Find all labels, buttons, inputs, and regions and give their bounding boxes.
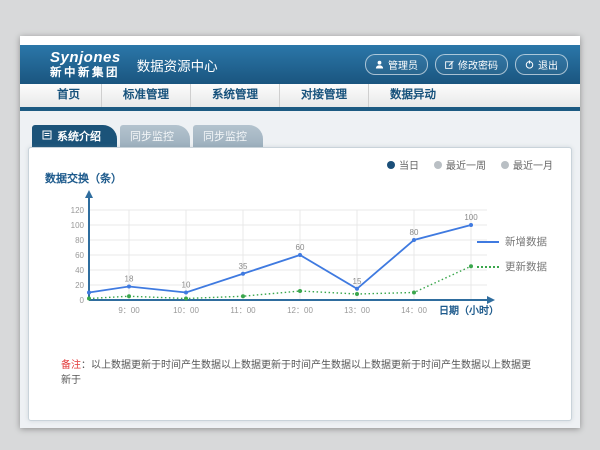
radio-label: 当日 bbox=[399, 157, 419, 172]
legend-item-update-data: 更新数据 bbox=[477, 259, 557, 274]
edit-icon bbox=[445, 60, 454, 69]
brand-company: 新中新集团 bbox=[50, 68, 121, 80]
y-axis-title: 数据交换（条） bbox=[45, 170, 122, 186]
nav-item-data-changes[interactable]: 数据异动 bbox=[369, 84, 457, 107]
svg-text:120: 120 bbox=[71, 206, 85, 215]
svg-text:20: 20 bbox=[75, 281, 84, 290]
svg-text:10：00: 10：00 bbox=[173, 306, 199, 315]
footnote-text: ：以上数据更新于时间产生数据以上数据更新于时间产生数据以上数据更新于时间产生数据… bbox=[61, 360, 531, 386]
period-filter: 当日 最近一周 最近一月 bbox=[387, 157, 553, 172]
main-nav: 首页 标准管理 系统管理 对接管理 数据异动 bbox=[20, 84, 580, 111]
svg-text:日期（小时）: 日期（小时） bbox=[439, 304, 499, 317]
legend-item-new-data: 新增数据 bbox=[477, 234, 557, 249]
svg-text:60: 60 bbox=[75, 251, 84, 260]
radio-label: 最近一月 bbox=[513, 157, 553, 172]
app-header: Synjones 新中新集团 数据资源中心 管理员 修改密码 bbox=[20, 45, 580, 84]
radio-last-week[interactable]: 最近一周 bbox=[434, 157, 486, 172]
tab-label: 同步监控 bbox=[130, 128, 174, 144]
dotted-line-swatch bbox=[477, 266, 499, 268]
legend-label: 更新数据 bbox=[505, 259, 547, 274]
svg-text:60: 60 bbox=[296, 243, 305, 252]
radio-label: 最近一周 bbox=[446, 157, 486, 172]
svg-text:80: 80 bbox=[75, 236, 84, 245]
svg-text:9：00: 9：00 bbox=[118, 306, 140, 315]
document-icon bbox=[42, 130, 52, 143]
radio-today[interactable]: 当日 bbox=[387, 157, 419, 172]
svg-text:100: 100 bbox=[71, 221, 85, 230]
app-window: Synjones 新中新集团 数据资源中心 管理员 修改密码 bbox=[20, 36, 580, 428]
tab-label: 同步监控 bbox=[203, 128, 247, 144]
change-password-label: 修改密码 bbox=[458, 57, 498, 72]
chart-panel: 当日 最近一周 最近一月 数据交换（条） 0 20 40 60 80 100 120 9：00… bbox=[28, 147, 572, 421]
tab-bar: 系统介绍 同步监控 同步监控 bbox=[20, 111, 580, 147]
logout-button[interactable]: 退出 bbox=[515, 54, 568, 75]
tab-label: 系统介绍 bbox=[57, 128, 101, 144]
footnote-prefix: 备注 bbox=[61, 360, 81, 371]
svg-text:11：00: 11：00 bbox=[230, 306, 256, 315]
power-icon bbox=[525, 60, 534, 69]
header-actions: 管理员 修改密码 退出 bbox=[365, 54, 568, 75]
tab-sync-monitor-2[interactable]: 同步监控 bbox=[193, 125, 263, 147]
tab-sync-monitor-1[interactable]: 同步监控 bbox=[120, 125, 190, 147]
nav-item-integration[interactable]: 对接管理 bbox=[280, 84, 369, 107]
logout-label: 退出 bbox=[538, 57, 558, 72]
user-icon bbox=[375, 60, 384, 69]
radio-dot bbox=[434, 161, 442, 169]
nav-item-system[interactable]: 系统管理 bbox=[191, 84, 280, 107]
chart-legend: 新增数据 更新数据 bbox=[477, 234, 557, 284]
legend-label: 新增数据 bbox=[505, 234, 547, 249]
footnote: 备注：以上数据更新于时间产生数据以上数据更新于时间产生数据以上数据更新于时间产生… bbox=[61, 358, 539, 388]
svg-text:13：00: 13：00 bbox=[344, 306, 370, 315]
svg-text:40: 40 bbox=[75, 266, 84, 275]
radio-last-month[interactable]: 最近一月 bbox=[501, 157, 553, 172]
radio-selected-dot bbox=[387, 161, 395, 169]
svg-text:0: 0 bbox=[80, 296, 85, 305]
change-password-button[interactable]: 修改密码 bbox=[435, 54, 508, 75]
svg-text:10: 10 bbox=[182, 281, 191, 290]
nav-item-standards[interactable]: 标准管理 bbox=[102, 84, 191, 107]
user-label: 管理员 bbox=[388, 57, 418, 72]
brand-name: Synjones bbox=[50, 50, 121, 65]
radio-dot bbox=[501, 161, 509, 169]
svg-text:100: 100 bbox=[464, 213, 478, 222]
svg-text:18: 18 bbox=[125, 275, 134, 284]
content-area: 系统介绍 同步监控 同步监控 当日 最近一周 bbox=[20, 111, 580, 428]
tab-system-intro[interactable]: 系统介绍 bbox=[32, 125, 117, 147]
desktop-background: Synjones 新中新集团 数据资源中心 管理员 修改密码 bbox=[0, 0, 600, 450]
solid-line-swatch bbox=[477, 241, 499, 243]
svg-text:12：00: 12：00 bbox=[287, 306, 313, 315]
brand-logo: Synjones 新中新集团 bbox=[32, 50, 121, 80]
window-top-strip bbox=[20, 36, 580, 45]
svg-text:14：00: 14：00 bbox=[401, 306, 427, 315]
svg-text:80: 80 bbox=[410, 228, 419, 237]
page-title: 数据资源中心 bbox=[137, 55, 365, 75]
svg-text:15: 15 bbox=[353, 277, 362, 286]
svg-text:35: 35 bbox=[239, 262, 248, 271]
nav-item-home[interactable]: 首页 bbox=[36, 84, 102, 107]
user-button[interactable]: 管理员 bbox=[365, 54, 428, 75]
